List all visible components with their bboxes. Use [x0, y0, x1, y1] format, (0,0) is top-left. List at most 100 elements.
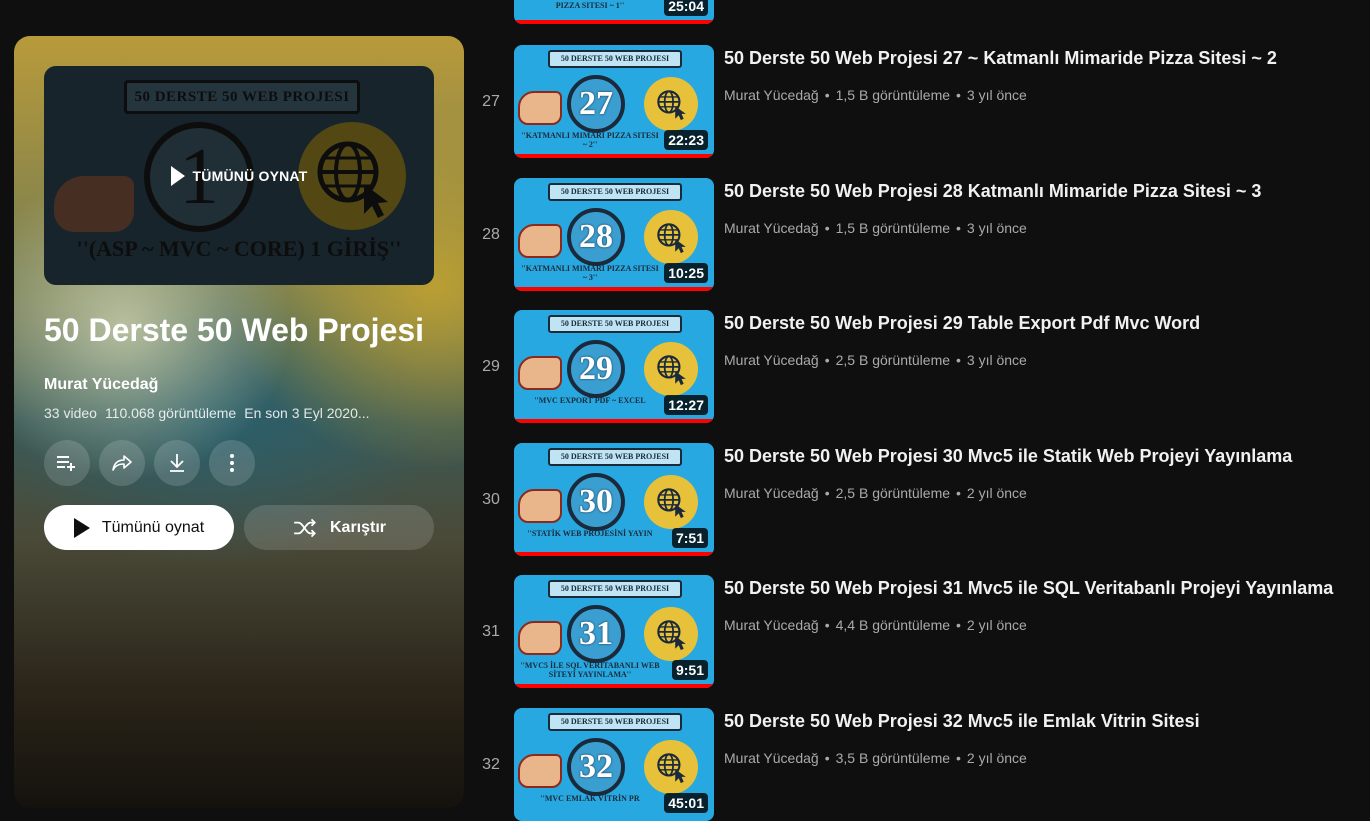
- video-thumbnail[interactable]: 50 DERSTE 50 WEB PROJESI 30 ''STATİK WEB P…: [514, 443, 714, 556]
- thumbnail-subtitle: ''KATMANLI MIMARI PIZZA SITESI ~ 2'': [521, 131, 659, 149]
- watch-progress-bar: [514, 684, 714, 688]
- more-vert-icon: [230, 454, 234, 472]
- video-row[interactable]: 27 50 DERSTE 50 WEB PROJESI 27 ''KATMANLI M…: [470, 45, 1370, 158]
- more-options-button[interactable]: [209, 440, 255, 486]
- thumbnail-subtitle: PIZZA SITESI ~ 1'': [555, 1, 625, 10]
- playlist-thumbnail[interactable]: 50 DERSTE 50 WEB PROJESI 1 ''(ASP ~ MVC …: [44, 66, 434, 285]
- play-all-button[interactable]: Tümünü oynat: [44, 505, 234, 550]
- video-index: 27: [482, 93, 500, 110]
- meta-separator: •: [956, 352, 961, 368]
- watch-progress-bar: [514, 419, 714, 423]
- download-icon: [170, 454, 184, 472]
- shuffle-label: Karıştır: [329, 518, 387, 536]
- last-updated: En son 3 Eyl 2020...: [244, 405, 370, 421]
- video-row[interactable]: 30 50 DERSTE 50 WEB PROJESI 30 ''STATİK WEB…: [470, 443, 1370, 556]
- thumbnail-banner: 50 DERSTE 50 WEB PROJESI: [548, 315, 682, 333]
- video-views: 1,5 B görüntüleme: [835, 220, 951, 236]
- meta-separator: •: [956, 617, 961, 633]
- duration-badge: 7:51: [671, 528, 708, 548]
- watch-progress-bar: [514, 287, 714, 291]
- meta-separator: •: [956, 485, 961, 501]
- meta-separator: •: [824, 617, 830, 633]
- channel-name[interactable]: Murat Yücedağ: [44, 376, 158, 394]
- play-icon: [73, 517, 90, 538]
- thumbnail-number: 31: [567, 605, 625, 663]
- partial-video-thumbnail[interactable]: PIZZA SITESI ~ 1'' 25:04: [514, 0, 714, 24]
- video-views: 2,5 B görüntüleme: [835, 485, 951, 501]
- globe-icon: [644, 740, 698, 794]
- video-age: 2 yıl önce: [966, 617, 1027, 633]
- globe-icon: [644, 77, 698, 131]
- meta-separator: •: [956, 220, 961, 236]
- video-views: 1,5 B görüntüleme: [835, 87, 951, 103]
- duration-badge: 12:27: [664, 395, 708, 415]
- thumbnail-number: 29: [567, 340, 625, 398]
- video-channel[interactable]: Murat Yücedağ: [724, 220, 819, 236]
- video-title[interactable]: 50 Derste 50 Web Projesi 31 Mvc5 ile SQL…: [724, 578, 1333, 599]
- play-all-overlay[interactable]: TÜMÜNÜ OYNAT: [44, 66, 434, 285]
- video-meta: Murat Yücedağ • 2,5 B görüntüleme • 2 yıl ön…: [724, 485, 1027, 501]
- video-row[interactable]: 29 50 DERSTE 50 WEB PROJESI 29 ''MVC EXPORT…: [470, 310, 1370, 423]
- video-channel[interactable]: Murat Yücedağ: [724, 87, 819, 103]
- video-row[interactable]: 32 50 DERSTE 50 WEB PROJESI 32 ''MVC EMLAK …: [470, 708, 1370, 821]
- play-all-overlay-label: TÜMÜNÜ OYNAT: [192, 167, 308, 184]
- video-thumbnail[interactable]: 50 DERSTE 50 WEB PROJESI 27 ''KATMANLI MIM…: [514, 45, 714, 158]
- thumbnail-banner: 50 DERSTE 50 WEB PROJESI: [548, 713, 682, 731]
- video-channel[interactable]: Murat Yücedağ: [724, 617, 819, 633]
- thumbnail-number: 27: [567, 75, 625, 133]
- globe-icon: [644, 475, 698, 529]
- globe-icon: [644, 210, 698, 264]
- thumbnail-subtitle: ''STATİK WEB PROJESİNİ YAYIN: [527, 529, 653, 538]
- shuffle-icon: [294, 518, 316, 537]
- thumbnail-subtitle: ''MVC EMLAK VİTRİN PR: [540, 794, 640, 803]
- video-thumbnail[interactable]: 50 DERSTE 50 WEB PROJESI 32 ''MVC EMLAK Vİ…: [514, 708, 714, 821]
- thumbnail-subtitle: ''MVC EXPORT PDF ~ EXCEL: [534, 396, 646, 405]
- video-meta: Murat Yücedağ • 4,4 B görüntüleme • 2 yıl ön…: [724, 617, 1027, 633]
- watch-progress-bar: [514, 20, 714, 24]
- meta-separator: •: [824, 352, 830, 368]
- video-thumbnail[interactable]: 50 DERSTE 50 WEB PROJESI 31 ''MVC5 İLE SQL…: [514, 575, 714, 688]
- hand-graphic: [518, 91, 562, 125]
- duration-badge: 9:51: [671, 660, 708, 680]
- video-title[interactable]: 50 Derste 50 Web Projesi 30 Mvc5 ile Sta…: [724, 446, 1292, 467]
- shuffle-button[interactable]: Karıştır: [244, 505, 434, 550]
- thumbnail-banner: 50 DERSTE 50 WEB PROJESI: [548, 580, 682, 598]
- video-count: 33 video: [44, 405, 97, 421]
- video-channel[interactable]: Murat Yücedağ: [724, 750, 819, 766]
- thumbnail-subtitle: ''KATMANLI MIMARI PIZZA SITESI ~ 3'': [521, 264, 659, 282]
- playlist-title: 50 Derste 50 Web Projesi: [44, 312, 425, 348]
- video-thumbnail[interactable]: 50 DERSTE 50 WEB PROJESI 29 ''MVC EXPORT P…: [514, 310, 714, 423]
- video-title[interactable]: 50 Derste 50 Web Projesi 29 Table Export…: [724, 313, 1200, 334]
- share-button[interactable]: [99, 440, 145, 486]
- hand-graphic: [518, 356, 562, 390]
- video-title[interactable]: 50 Derste 50 Web Projesi 28 Katmanlı Mim…: [724, 181, 1261, 202]
- video-index: 30: [482, 491, 500, 508]
- thumbnail-number: 30: [567, 473, 625, 531]
- hand-graphic: [518, 224, 562, 258]
- globe-icon: [644, 342, 698, 396]
- hand-graphic: [518, 754, 562, 788]
- video-row[interactable]: 31 50 DERSTE 50 WEB PROJESI 31 ''MVC5 İLE S…: [470, 575, 1370, 688]
- video-thumbnail[interactable]: 50 DERSTE 50 WEB PROJESI 28 ''KATMANLI MIM…: [514, 178, 714, 291]
- add-to-queue-button[interactable]: [44, 440, 90, 486]
- video-title[interactable]: 50 Derste 50 Web Projesi 32 Mvc5 ile Eml…: [724, 711, 1200, 732]
- duration-badge: 45:01: [664, 793, 708, 813]
- download-button[interactable]: [154, 440, 200, 486]
- video-views: 3,5 B görüntüleme: [835, 750, 951, 766]
- video-views: 2,5 B görüntüleme: [835, 352, 951, 368]
- video-meta: Murat Yücedağ • 1,5 B görüntüleme • 3 yıl ön…: [724, 220, 1027, 236]
- share-icon: [112, 455, 132, 471]
- view-count: 110.068 görüntüleme: [104, 405, 237, 421]
- watch-progress-bar: [514, 552, 714, 556]
- meta-separator: •: [824, 485, 830, 501]
- thumbnail-banner: 50 DERSTE 50 WEB PROJESI: [548, 448, 682, 466]
- video-row[interactable]: 28 50 DERSTE 50 WEB PROJESI 28 ''KATMANLI M…: [470, 178, 1370, 291]
- thumbnail-banner: 50 DERSTE 50 WEB PROJESI: [548, 183, 682, 201]
- video-channel[interactable]: Murat Yücedağ: [724, 352, 819, 368]
- thumbnail-number: 28: [567, 208, 625, 266]
- video-title[interactable]: 50 Derste 50 Web Projesi 27 ~ Katmanlı M…: [724, 48, 1277, 69]
- meta-separator: •: [956, 87, 961, 103]
- video-list: PIZZA SITESI ~ 1'' 25:04 27 50 DERSTE 50 …: [470, 0, 1370, 821]
- video-channel[interactable]: Murat Yücedağ: [724, 485, 819, 501]
- playlist-stats: 33 video 110.068 görüntüleme En son 3 Ey…: [44, 405, 370, 421]
